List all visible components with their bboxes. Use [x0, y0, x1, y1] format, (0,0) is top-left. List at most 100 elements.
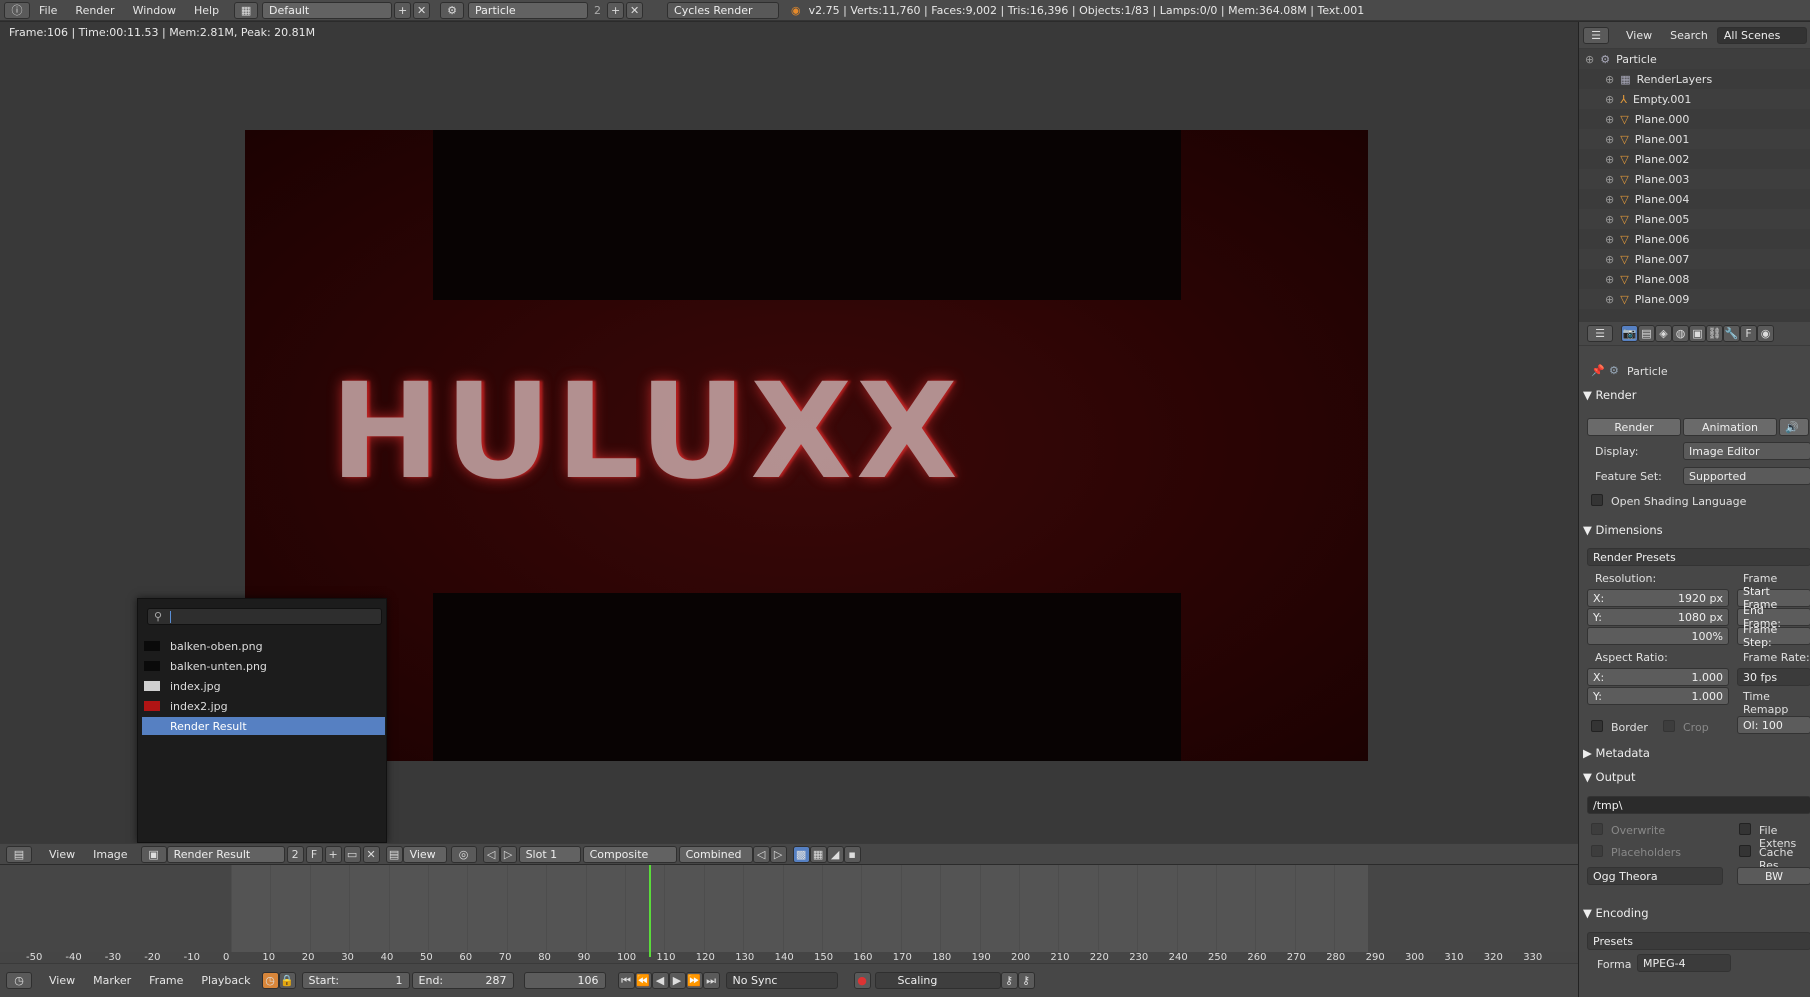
expand-icon[interactable]: ⊕: [1605, 173, 1614, 186]
jump-end-icon[interactable]: ⏭: [702, 972, 720, 989]
add-scene-icon[interactable]: +: [607, 1, 625, 19]
start-frame-field[interactable]: Start: 1: [301, 972, 410, 989]
pivot-icon[interactable]: ◎: [450, 845, 477, 863]
preview-range-icon[interactable]: ◷: [261, 972, 279, 989]
output-path-field[interactable]: /tmp\: [1587, 796, 1810, 814]
dimensions-section-header[interactable]: ▼ Dimensions: [1583, 519, 1810, 541]
render-slot-icon[interactable]: ▪: [843, 845, 861, 863]
insert-keyframe-icon[interactable]: ⚷: [1000, 972, 1018, 989]
aspect-y-field[interactable]: Y: 1.000: [1587, 687, 1729, 705]
resolution-percent-field[interactable]: 100%: [1587, 627, 1729, 645]
new-image-icon[interactable]: +: [324, 845, 342, 863]
feature-set-select[interactable]: Supported: [1683, 467, 1810, 485]
scene-field[interactable]: Particle: [468, 1, 589, 19]
object-tab-icon[interactable]: ▣: [1689, 325, 1706, 342]
scene-icon[interactable]: ⚙: [440, 1, 465, 19]
border-checkbox[interactable]: [1591, 720, 1603, 732]
scene-tab-icon[interactable]: ◈: [1655, 325, 1672, 342]
render-engine-select[interactable]: Cycles Render: [667, 1, 780, 19]
menu-view[interactable]: View: [40, 848, 84, 861]
pass-select[interactable]: Combined: [678, 845, 753, 863]
layer-select[interactable]: Composite: [582, 845, 677, 863]
expand-icon[interactable]: ⊕: [1585, 53, 1594, 66]
expand-icon[interactable]: ⊕: [1605, 193, 1614, 206]
data-tab-icon[interactable]: F: [1740, 325, 1757, 342]
expand-icon[interactable]: ⊕: [1605, 73, 1614, 86]
outliner-editor-icon[interactable]: ☰: [1583, 26, 1609, 44]
output-section-header[interactable]: ▼ Output: [1583, 766, 1810, 788]
lock-icon[interactable]: 🔒: [278, 972, 296, 989]
menu-frame[interactable]: Frame: [140, 974, 192, 987]
outliner-item[interactable]: ⊕ ▽ Plane.007: [1579, 249, 1810, 269]
layers-tab-icon[interactable]: ▤: [1638, 325, 1655, 342]
menu-view[interactable]: View: [40, 974, 84, 987]
editor-type-info-icon[interactable]: ⓘ: [4, 1, 30, 19]
menu-window[interactable]: Window: [124, 4, 185, 17]
menu-playback[interactable]: Playback: [192, 974, 259, 987]
expand-icon[interactable]: ⊕: [1605, 273, 1614, 286]
bw-button[interactable]: BW: [1737, 867, 1810, 885]
expand-icon[interactable]: ⊕: [1605, 113, 1614, 126]
osl-checkbox[interactable]: [1591, 494, 1603, 506]
outliner-item[interactable]: ⊕ ▽ Plane.006: [1579, 229, 1810, 249]
outliner-item[interactable]: ⊕ ⚙ Particle: [1579, 49, 1810, 69]
record-icon[interactable]: ●: [853, 972, 871, 989]
expand-icon[interactable]: ⊕: [1605, 293, 1614, 306]
prev-slot-icon[interactable]: ◁: [482, 845, 500, 863]
remove-scene-icon[interactable]: ✕: [626, 1, 644, 19]
outliner-item[interactable]: ⊕ ▽ Plane.004: [1579, 189, 1810, 209]
encoding-presets-menu[interactable]: Presets: [1587, 932, 1810, 950]
resolution-y-field[interactable]: Y: 1080 px: [1587, 608, 1729, 626]
world-tab-icon[interactable]: ◍: [1672, 325, 1689, 342]
render-tab-icon[interactable]: 📷: [1621, 325, 1638, 342]
outliner-item[interactable]: ⊕ ▽ Plane.003: [1579, 169, 1810, 189]
end-frame-field[interactable]: End: 287: [411, 972, 514, 989]
popup-item-render-result[interactable]: Render Result: [142, 717, 385, 735]
animation-button[interactable]: Animation: [1683, 418, 1777, 436]
image-name-field[interactable]: Render Result: [166, 845, 285, 863]
draw-zbuffer-icon[interactable]: ◢: [826, 845, 844, 863]
menu-file[interactable]: File: [30, 4, 66, 17]
browse-image-icon[interactable]: ▣: [140, 845, 167, 863]
outliner-item[interactable]: ⊕ ▽ Plane.009: [1579, 289, 1810, 309]
delete-keyframe-icon[interactable]: ⚷: [1017, 972, 1035, 989]
overwrite-checkbox[interactable]: [1591, 823, 1603, 835]
popup-item-balken-unten[interactable]: balken-unten.png: [142, 657, 385, 675]
display-select[interactable]: Image Editor: [1683, 442, 1810, 460]
render-presets-menu[interactable]: Render Presets: [1587, 548, 1810, 566]
play-reverse-icon[interactable]: ◀: [651, 972, 669, 989]
expand-icon[interactable]: ⊕: [1605, 253, 1614, 266]
menu-image[interactable]: Image: [84, 848, 136, 861]
pin-icon[interactable]: 📌: [1591, 364, 1605, 377]
placeholders-checkbox[interactable]: [1591, 845, 1603, 857]
mode-icon[interactable]: ▤: [385, 845, 403, 863]
jump-start-icon[interactable]: ⏮: [617, 972, 635, 989]
add-layout-icon[interactable]: +: [394, 1, 412, 19]
menu-render[interactable]: Render: [66, 4, 123, 17]
current-frame-field[interactable]: 106: [523, 972, 606, 989]
file-extensions-checkbox[interactable]: [1739, 823, 1751, 835]
expand-icon[interactable]: ⊕: [1605, 233, 1614, 246]
prev-keyframe-icon[interactable]: ⏪: [634, 972, 652, 989]
file-format-select[interactable]: Ogg Theora: [1587, 867, 1723, 885]
next-slot-icon[interactable]: ▷: [499, 845, 517, 863]
timeline-area[interactable]: -50 -40 -30 -20 -10 0 10 20 30 40 50 60 70 80 90 100 110…: [0, 865, 1578, 963]
draw-alpha-icon[interactable]: ▦: [809, 845, 827, 863]
properties-editor-icon[interactable]: ☰: [1587, 325, 1613, 342]
menu-help[interactable]: Help: [185, 4, 228, 17]
expand-icon[interactable]: ⊕: [1605, 93, 1614, 106]
fake-user-button[interactable]: F: [305, 845, 323, 863]
cache-result-checkbox[interactable]: [1739, 845, 1751, 857]
prev-pass-icon[interactable]: ◁: [752, 845, 770, 863]
popup-item-index[interactable]: index.jpg: [142, 677, 385, 695]
popup-item-index2[interactable]: index2.jpg: [142, 697, 385, 715]
resolution-x-field[interactable]: X: 1920 px: [1587, 589, 1729, 607]
expand-icon[interactable]: ⊕: [1605, 153, 1614, 166]
unlink-image-icon[interactable]: ✕: [362, 845, 380, 863]
expand-icon[interactable]: ⊕: [1605, 213, 1614, 226]
metadata-section-header[interactable]: ▶ Metadata: [1583, 742, 1810, 764]
container-format-select[interactable]: MPEG-4: [1637, 954, 1731, 972]
expand-icon[interactable]: ⊕: [1605, 133, 1614, 146]
render-button[interactable]: Render: [1587, 418, 1681, 436]
encoding-section-header[interactable]: ▼ Encoding: [1583, 902, 1810, 924]
